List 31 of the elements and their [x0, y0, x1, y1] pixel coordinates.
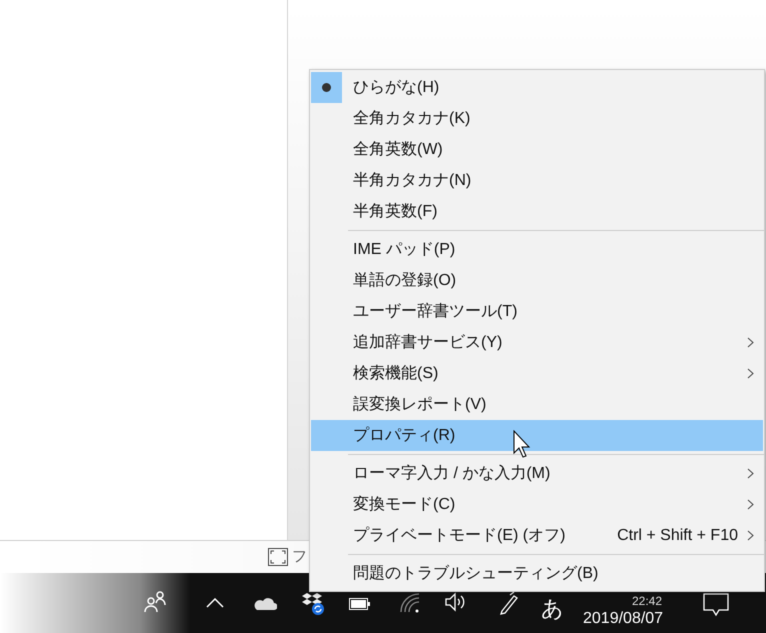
battery-icon[interactable]	[349, 598, 371, 610]
dropbox-icon[interactable]	[300, 592, 326, 616]
menu-item[interactable]: 全角英数(W)	[311, 134, 763, 165]
menu-item[interactable]: 半角カタカナ(N)	[311, 165, 763, 196]
cloud-icon[interactable]	[252, 595, 277, 611]
chevron-up-icon[interactable]	[206, 598, 224, 608]
volume-icon[interactable]	[445, 592, 467, 612]
menu-item[interactable]: 半角英数(F)	[311, 196, 763, 227]
menu-item[interactable]: プライベートモード(E) (オフ) Ctrl + Shift + F10	[311, 520, 763, 551]
menu-item[interactable]: 全角カタカナ(K)	[311, 103, 763, 134]
clock-date[interactable]: 2019/08/07	[583, 609, 664, 629]
status-text: フ	[292, 546, 307, 567]
clock-time[interactable]: 22:42	[632, 595, 662, 608]
pen-icon[interactable]	[498, 591, 520, 615]
menu-item[interactable]: 追加辞書サービス(Y)	[311, 327, 763, 358]
fullscreen-icon[interactable]	[268, 548, 288, 566]
menu-item[interactable]: プロパティ(R)	[311, 420, 763, 451]
notification-icon[interactable]	[703, 593, 729, 617]
menu-item[interactable]: 変換モード(C)	[311, 489, 763, 520]
wifi-icon[interactable]	[400, 593, 420, 613]
menu-item[interactable]: IME パッド(P)	[311, 234, 763, 265]
mouse-cursor-icon	[513, 430, 533, 460]
menu-item[interactable]: 単語の登録(O)	[311, 265, 763, 296]
menu-item[interactable]: ひらがな(H)	[311, 72, 763, 103]
menu-item[interactable]: 問題のトラブルシューティング(B)	[311, 558, 763, 589]
menu-item[interactable]: 誤変換レポート(V)	[311, 389, 763, 420]
ime-mode-indicator[interactable]: あ	[541, 596, 564, 622]
menu-item[interactable]: ローマ字入力 / かな入力(M)	[311, 458, 763, 489]
people-icon[interactable]	[144, 591, 168, 613]
menu-item[interactable]: 検索機能(S)	[311, 358, 763, 389]
menu-item[interactable]: ユーザー辞書ツール(T)	[311, 296, 763, 327]
